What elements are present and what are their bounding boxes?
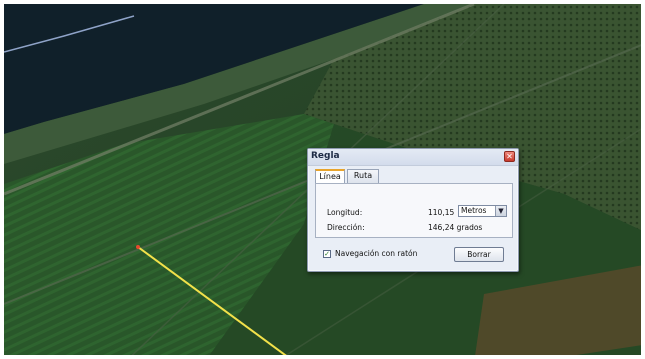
tab-ruta[interactable]: Ruta: [347, 169, 379, 183]
direction-label: Dirección:: [327, 223, 365, 232]
chevron-down-icon[interactable]: ▼: [495, 206, 506, 216]
clear-button[interactable]: Borrar: [454, 247, 504, 262]
measurement-panel: Longitud: 110,15 Metros ▼ Dirección: 146…: [315, 183, 513, 238]
close-icon[interactable]: ✕: [504, 151, 515, 162]
unit-select-value: Metros: [461, 206, 487, 215]
dialog-title: Regla: [311, 151, 340, 161]
tab-linea[interactable]: Línea: [315, 169, 345, 184]
length-value: 110,15: [428, 208, 455, 217]
dialog-titlebar[interactable]: Regla ✕: [308, 149, 518, 166]
mouse-navigation-checkbox[interactable]: ✓: [323, 250, 331, 258]
measure-start-point: [136, 245, 140, 249]
mouse-navigation-label[interactable]: Navegación con ratón: [335, 249, 417, 258]
length-label: Longitud:: [327, 208, 363, 217]
ruler-dialog: Regla ✕ Línea Ruta Longitud: 110,15 Metr…: [307, 148, 519, 272]
unit-select[interactable]: Metros ▼: [458, 205, 507, 217]
direction-value: 146,24 grados: [428, 223, 483, 232]
